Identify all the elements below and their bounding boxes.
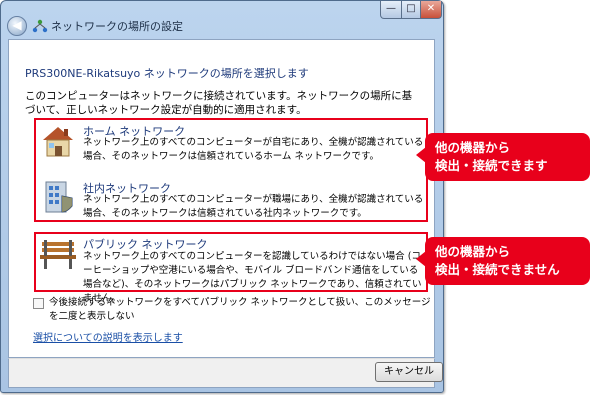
callout-line2: 検出・接続できます [435,158,548,173]
close-button[interactable]: ✕ [420,1,442,19]
callout-not-detectable: 他の機器から 検出・接続できません [416,237,590,285]
treat-all-public-checkbox[interactable] [33,298,44,309]
callout-tail [416,147,426,163]
callout-line1: 他の機器から [435,244,511,259]
callout-tail [416,251,426,267]
back-button[interactable]: ◀ [7,16,27,36]
minimize-button[interactable]: — [380,1,402,19]
maximize-button[interactable]: □ [401,1,421,19]
callout-line2: 検出・接続できません [435,262,560,277]
help-link[interactable]: 選択についての説明を表示します [33,329,183,344]
title-bar: ◀ ネットワークの場所の設定 — □ ✕ [1,1,443,39]
callout-line1: 他の機器から [435,140,511,155]
public-network-highlight [34,232,428,292]
dialog-intro: このコンピューターはネットワークに接続されています。ネットワークの場所に基づいて… [25,90,413,116]
treat-all-public-label[interactable]: 今後接続するネットワークをすべてパブリック ネットワークとして扱い、このメッセー… [49,296,434,324]
callout-detectable: 他の機器から 検出・接続できます [416,133,590,181]
trusted-networks-highlight [34,118,428,222]
window-title: ネットワークの場所の設定 [51,20,183,33]
dialog-footer: キャンセル [8,358,443,388]
network-icon [32,19,48,33]
dialog-heading: PRS300NE-Rikatsuyo ネットワークの場所を選択します [25,67,309,80]
cancel-button[interactable]: キャンセル [375,362,443,382]
